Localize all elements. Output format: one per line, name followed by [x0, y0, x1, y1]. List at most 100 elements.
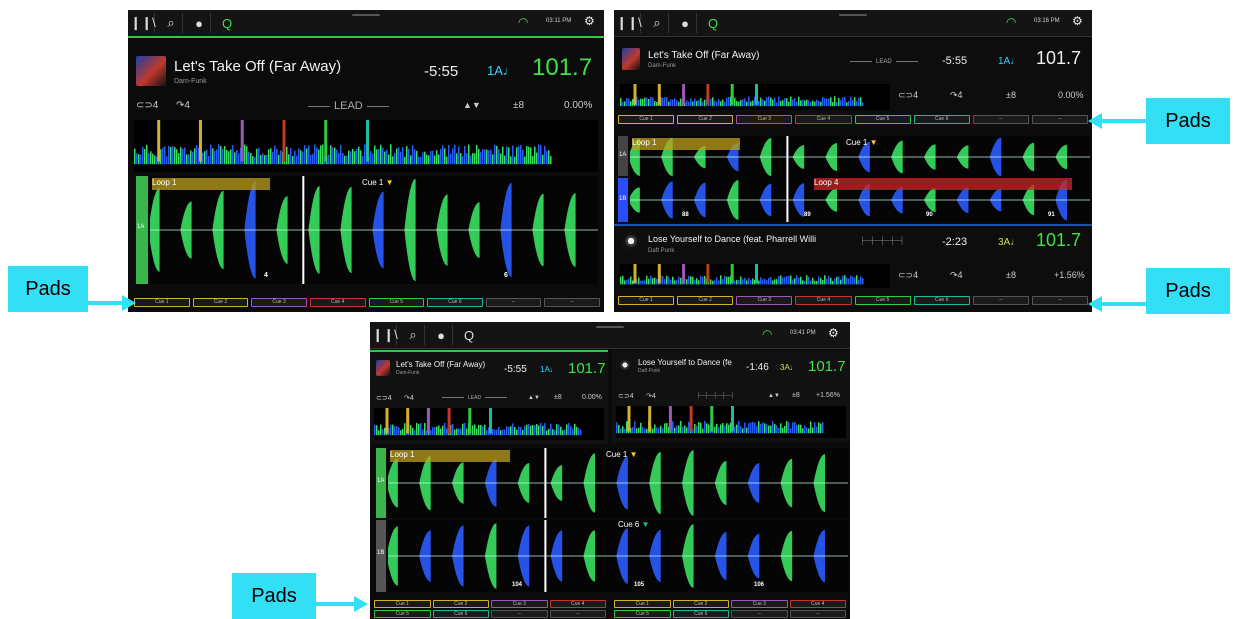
jump-count[interactable]: ↷4: [404, 394, 414, 402]
pad-cue-1[interactable]: Cue 1: [134, 298, 190, 307]
time-remaining[interactable]: -2:23: [942, 236, 967, 248]
track-overview[interactable]: [620, 264, 890, 288]
pad-empty-8[interactable]: --: [549, 610, 606, 618]
pad-cue-2[interactable]: Cue 2: [192, 298, 249, 307]
loop-count[interactable]: ⊂⊃4: [898, 270, 918, 281]
time-remaining[interactable]: -5:55: [504, 364, 527, 375]
track-overview[interactable]: [134, 120, 598, 172]
album-art[interactable]: [622, 48, 640, 70]
loop-count[interactable]: ⊂⊃4: [136, 100, 158, 111]
waveform-area-b[interactable]: Cue 6 ▼ 104 105 106: [388, 520, 848, 592]
pad-cue-2[interactable]: Cue 2: [672, 600, 729, 608]
loop-count[interactable]: ⊂⊃4: [898, 90, 918, 101]
pad-empty-8[interactable]: --: [789, 610, 846, 618]
pad-cue-3[interactable]: Cue 3: [491, 600, 548, 608]
waveform-area-a[interactable]: Loop 1 Cue 1 ▼: [388, 448, 848, 518]
record-icon[interactable]: ●: [674, 13, 697, 33]
drag-handle[interactable]: [596, 326, 624, 328]
pad-empty-8[interactable]: --: [544, 298, 600, 307]
album-art[interactable]: [136, 56, 166, 86]
drag-handle[interactable]: [839, 14, 867, 16]
pad-empty-8[interactable]: --: [1031, 115, 1088, 124]
pad-cue-1[interactable]: Cue 1: [374, 600, 431, 608]
drag-handle[interactable]: [352, 14, 380, 16]
pitch-range[interactable]: ±8: [792, 392, 800, 399]
loop-count[interactable]: ⊂⊃4: [618, 392, 634, 400]
loop-count[interactable]: ⊂⊃4: [376, 394, 392, 402]
search-icon[interactable]: ⌕: [646, 13, 669, 33]
pad-cue-6[interactable]: Cue 6: [913, 115, 970, 124]
gear-icon[interactable]: ⚙: [1072, 14, 1083, 28]
track-overview[interactable]: [620, 84, 890, 110]
record-icon[interactable]: ●: [188, 13, 211, 33]
pad-cue-4[interactable]: Cue 4: [795, 296, 852, 305]
waveform-area[interactable]: Loop 1 Cue 1 ▼ 4 6: [150, 176, 598, 284]
nudge-arrows[interactable]: ▲▼: [528, 395, 540, 401]
gear-icon[interactable]: ⚙: [828, 326, 839, 340]
pad-empty-7[interactable]: --: [491, 610, 548, 618]
library-icon[interactable]: ❙❙\: [130, 13, 156, 33]
pad-cue-5[interactable]: Cue 5: [854, 296, 911, 305]
cue-marker[interactable]: Cue 1 ▼: [846, 138, 878, 147]
pad-cue-6[interactable]: Cue 6: [427, 298, 483, 307]
quantize-icon[interactable]: Q: [458, 325, 480, 345]
track-bpm[interactable]: 101.7: [1036, 48, 1081, 69]
quantize-icon[interactable]: Q: [216, 13, 238, 33]
pad-empty-7[interactable]: --: [972, 115, 1029, 124]
pad-cue-3[interactable]: Cue 3: [251, 298, 307, 307]
pad-cue-4[interactable]: Cue 4: [309, 298, 366, 307]
cue-marker[interactable]: Cue 1 ▼: [362, 178, 394, 187]
pad-empty-7[interactable]: --: [972, 296, 1029, 305]
search-icon[interactable]: ⌕: [160, 13, 183, 33]
search-icon[interactable]: ⌕: [402, 325, 425, 345]
pad-cue-4[interactable]: Cue 4: [549, 600, 606, 608]
pad-cue-2[interactable]: Cue 2: [677, 115, 734, 124]
pad-cue-5[interactable]: Cue 5: [374, 610, 431, 618]
pad-cue-5[interactable]: Cue 5: [854, 115, 911, 124]
waveform-area-a[interactable]: Loop 1 Cue 1 ▼: [630, 136, 1090, 178]
pad-empty-7[interactable]: --: [485, 298, 542, 307]
waveform-area-b[interactable]: Loop 4 88 89 90 91: [630, 178, 1090, 222]
jump-count[interactable]: ↷4: [646, 392, 656, 400]
nudge-arrows[interactable]: ▲▼: [768, 393, 780, 399]
pad-empty-7[interactable]: --: [731, 610, 788, 618]
time-remaining[interactable]: -5:55: [424, 63, 458, 80]
jump-count[interactable]: ↷4: [176, 100, 190, 111]
pad-cue-3[interactable]: Cue 3: [736, 296, 793, 305]
pad-cue-3[interactable]: Cue 3: [731, 600, 788, 608]
jump-count[interactable]: ↷4: [950, 270, 963, 281]
pitch-range[interactable]: ±8: [1006, 90, 1016, 100]
library-icon[interactable]: ❙❙\: [616, 13, 642, 33]
pad-empty-8[interactable]: --: [1031, 296, 1088, 305]
cue-marker[interactable]: Cue 6 ▼: [618, 520, 650, 529]
gear-icon[interactable]: ⚙: [584, 14, 595, 28]
track-bpm[interactable]: 101.7: [532, 54, 592, 82]
pad-cue-1[interactable]: Cue 1: [618, 296, 675, 305]
track-overview[interactable]: [374, 408, 604, 440]
pad-cue-3[interactable]: Cue 3: [736, 115, 793, 124]
album-art[interactable]: [618, 358, 632, 372]
album-art[interactable]: [376, 360, 390, 376]
pad-cue-6[interactable]: Cue 6: [432, 610, 489, 618]
cue-marker[interactable]: Cue 1 ▼: [606, 450, 638, 459]
pad-cue-6[interactable]: Cue 6: [913, 296, 970, 305]
pad-cue-1[interactable]: Cue 1: [614, 600, 671, 608]
pad-cue-4[interactable]: Cue 4: [789, 600, 846, 608]
pad-cue-2[interactable]: Cue 2: [432, 600, 489, 608]
pitch-range[interactable]: ±8: [1006, 270, 1016, 280]
time-remaining[interactable]: -5:55: [942, 55, 967, 67]
pitch-range[interactable]: ±8: [554, 394, 562, 401]
track-bpm[interactable]: 101.7: [1036, 230, 1081, 251]
nudge-arrows[interactable]: ▲▼: [463, 100, 481, 110]
track-bpm[interactable]: 101.7: [568, 360, 606, 377]
pitch-range[interactable]: ±8: [513, 100, 524, 111]
pad-cue-2[interactable]: Cue 2: [677, 296, 734, 305]
album-art[interactable]: [622, 232, 640, 250]
pad-cue-4[interactable]: Cue 4: [795, 115, 852, 124]
library-icon[interactable]: ❙❙\: [372, 325, 398, 345]
track-overview[interactable]: [616, 406, 846, 438]
record-icon[interactable]: ●: [430, 325, 453, 345]
pad-cue-6[interactable]: Cue 6: [672, 610, 729, 618]
pad-cue-1[interactable]: Cue 1: [618, 115, 675, 124]
quantize-icon[interactable]: Q: [702, 13, 724, 33]
